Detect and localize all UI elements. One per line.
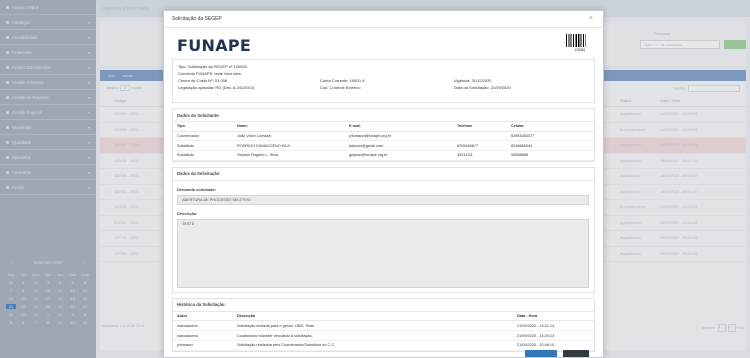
- description-field[interactable]: TESTE: [177, 218, 589, 288]
- request-data-title: Dados da Solicitação:: [173, 168, 594, 181]
- history-title: Histórico da Solicitação:: [173, 299, 594, 312]
- info-legislacao: Legislação aplicada: RG (Dec. 8.241/2014…: [178, 85, 255, 90]
- col-data-hora: Data - Hora: [513, 311, 594, 322]
- info-vigencia: Vigência: 31/12/2020: [454, 78, 492, 83]
- barcode-number: 120054: [574, 48, 585, 52]
- funape-logo: FUNAPE: [177, 36, 252, 55]
- col-celular: Celular: [507, 122, 594, 132]
- col-tipo: Tipo: [173, 122, 233, 132]
- col-descricao: Descrição: [233, 311, 513, 322]
- requester-email: geyson@funape.org.br: [345, 150, 453, 161]
- requester-nome: João Victor Lomazzi: [233, 131, 345, 142]
- requester-nome: RODRIGO DAMASCENO KAJI: [233, 140, 345, 152]
- requester-row: Substituto RODRIGO DAMASCENO KAJI kajimoo@…: [173, 140, 594, 152]
- history-row: rdamasceno Colaborador rusnider vinculado…: [173, 330, 594, 341]
- close-icon[interactable]: ×: [589, 15, 593, 22]
- history-autor: rdamasceno: [173, 320, 233, 332]
- info-controle: Cod. Controle Externo:: [320, 85, 361, 90]
- demand-field[interactable]: ABERTURA DE PROCESSO SELETIVO: [177, 194, 589, 205]
- requester-panel: Dados do Solicitante: Tipo Nome E-mail T…: [172, 108, 595, 162]
- requester-tipo: Substituto: [173, 150, 233, 161]
- modal-footer: [525, 350, 589, 357]
- requester-row: Coordenador João Victor Lomazzi jvlomazzi@…: [173, 131, 594, 142]
- history-row: rdamasceno Solicitação enviada para o ges…: [173, 320, 594, 332]
- history-data-hora: 21/09/2020 - 14:20:13: [513, 330, 594, 341]
- info-data-solicitacao: Data da Solicitação: 21/09/2020: [454, 85, 511, 90]
- requester-table: Tipo Nome E-mail Telefone Celular Coorde…: [173, 122, 594, 161]
- col-email: E-mail: [345, 122, 453, 132]
- description-label: Descrição:: [177, 210, 198, 216]
- print-button[interactable]: [525, 350, 557, 357]
- requester-title: Dados do Solicitante:: [173, 109, 594, 122]
- modal-header: Solicitação da SEGEP ×: [164, 11, 603, 28]
- requester-email: jvlomazzi@funape.org.br: [345, 131, 453, 142]
- requester-email: kajimoo@gmail.com: [345, 140, 453, 152]
- history-autor: rdamasceno: [173, 330, 233, 341]
- requester-nome: Geyson Rogério L. Silva: [233, 150, 345, 161]
- info-conta: Conta Corrente: 19500-X: [320, 78, 365, 83]
- history-descricao: Colaborador rusnider vinculado à solicit…: [233, 330, 513, 341]
- modal-body: FUNAPE 120054 Tipo: Solicitação da SEGEP…: [172, 28, 595, 357]
- barcode-icon: [566, 34, 586, 47]
- col-telefone: Telefone: [453, 122, 507, 132]
- history-data-hora: 21/09/2020 - 14:21:14: [513, 320, 594, 332]
- segep-request-modal: Solicitação da SEGEP × FUNAPE 120054 Tip…: [163, 10, 604, 358]
- brand-row: FUNAPE 120054: [172, 28, 595, 59]
- requester-telefone: 8295446877: [453, 140, 507, 152]
- col-autor: Autor: [173, 311, 233, 322]
- demand-label: Demanda solicitada:: [177, 186, 216, 192]
- history-header-row: Autor Descrição Data - Hora: [173, 311, 594, 322]
- close-button[interactable]: [563, 350, 589, 357]
- history-row: jvlomazzi Solicitação realizada pelo Coor…: [173, 340, 594, 351]
- history-data-hora: 21/09/2020 - 10:46:10: [513, 340, 594, 351]
- request-data-panel: Dados da Solicitação: Demanda solicitada…: [172, 166, 595, 293]
- history-panel: Histórico da Solicitação: Autor Descriçã…: [172, 297, 595, 352]
- requester-telefone: [453, 131, 507, 142]
- history-table: Autor Descrição Data - Hora rdamasceno So…: [173, 311, 594, 351]
- requester-tipo: Coordenador: [173, 131, 233, 142]
- history-autor: jvlomazzi: [173, 340, 233, 351]
- request-info-panel: Tipo: Solicitação da SEGEP nº 120054 Con…: [172, 59, 595, 103]
- requester-celular: 8298685544: [507, 140, 594, 152]
- info-tipo: Tipo: Solicitação da SEGEP nº 120054: [178, 64, 247, 69]
- requester-celular: 62981683377: [507, 131, 594, 142]
- history-descricao: Solicitação realizada pelo Coordenador/S…: [233, 340, 513, 351]
- modal-title: Solicitação da SEGEP: [172, 16, 222, 22]
- requester-celular: 99988888: [507, 150, 594, 161]
- requester-row: Substituto Geyson Rogério L. Silva geyson@…: [173, 150, 594, 161]
- col-nome: Nome: [233, 122, 345, 132]
- info-convenio: Convênio FUNAPE: teste html view: [178, 71, 241, 76]
- requester-telefone: 35211111: [453, 150, 507, 161]
- info-centro: Centro de Custo Nº: 01.008: [178, 78, 228, 83]
- requester-header-row: Tipo Nome E-mail Telefone Celular: [173, 122, 594, 132]
- history-descricao: Solicitação enviada para o gestor. OBS: …: [233, 320, 513, 332]
- requester-tipo: Substituto: [173, 140, 233, 152]
